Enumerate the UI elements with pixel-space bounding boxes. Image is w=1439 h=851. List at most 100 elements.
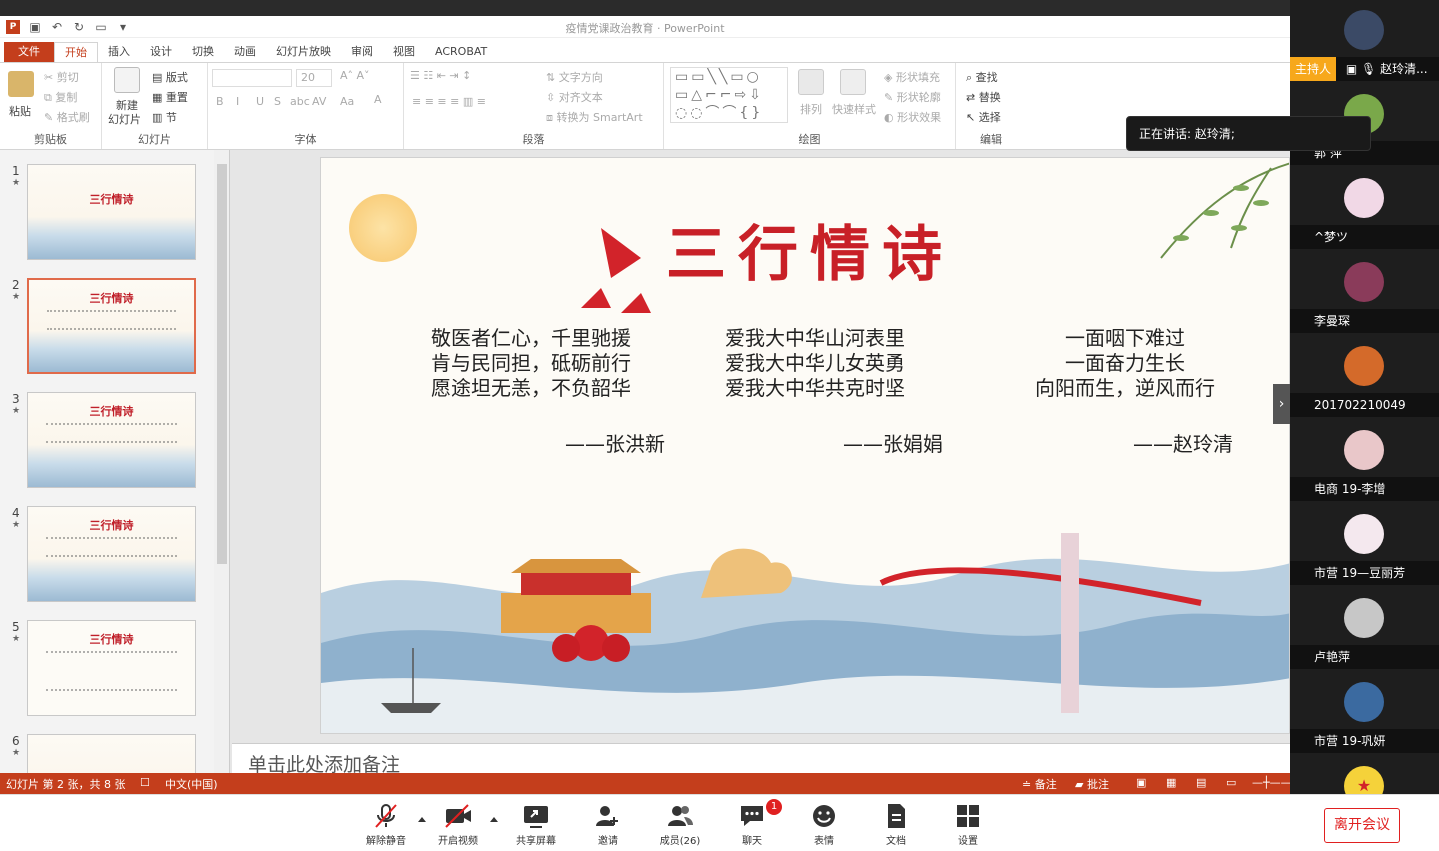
- slide-sorter-icon[interactable]: ▦: [1166, 776, 1176, 789]
- reset-button[interactable]: ▦ 重置: [152, 89, 188, 105]
- save-icon[interactable]: ▣: [28, 20, 42, 34]
- thumbnail-slide-3[interactable]: 3 ★ 三行情诗: [0, 392, 215, 492]
- shadow-button[interactable]: S: [274, 95, 281, 108]
- participant-tile[interactable]: 市营 19—豆丽芳: [1290, 504, 1439, 588]
- notes-toggle-button[interactable]: ≐ 备注: [1022, 776, 1057, 792]
- language-indicator[interactable]: 中文(中国): [165, 776, 218, 792]
- slideshow-icon[interactable]: ▭: [1226, 776, 1236, 789]
- tab-design[interactable]: 设计: [140, 42, 182, 62]
- leave-meeting-button[interactable]: 离开会议: [1324, 808, 1400, 843]
- align-text-button[interactable]: ⇳ 对齐文本: [546, 89, 603, 105]
- expand-panel-button[interactable]: ›: [1273, 384, 1290, 424]
- new-slide-icon[interactable]: [114, 67, 140, 93]
- paste-icon[interactable]: [8, 71, 34, 97]
- tab-slideshow[interactable]: 幻灯片放映: [266, 42, 341, 62]
- zoom-slider[interactable]: —┼——: [1252, 776, 1290, 789]
- tab-view[interactable]: 视图: [383, 42, 425, 62]
- video-options-caret-icon[interactable]: [490, 817, 498, 822]
- strike-button[interactable]: abc: [290, 95, 310, 108]
- thumbnail-image[interactable]: 三行情诗: [27, 164, 196, 260]
- font-size-input[interactable]: 20: [296, 69, 332, 87]
- thumbnail-image[interactable]: 三行情诗: [27, 620, 196, 716]
- cut-button[interactable]: ✂ 剪切: [44, 69, 79, 85]
- reading-view-icon[interactable]: ▤: [1196, 776, 1206, 789]
- thumbnail-image[interactable]: 三行情诗: [27, 506, 196, 602]
- settings-button[interactable]: 设置: [938, 803, 998, 847]
- thumbnail-slide-2[interactable]: 2 ★ 三行情诗: [0, 278, 215, 378]
- underline-button[interactable]: U: [256, 95, 264, 108]
- thumbnail-slide-5[interactable]: 5 ★ 三行情诗: [0, 620, 215, 720]
- normal-view-icon[interactable]: ▣: [1136, 776, 1146, 789]
- grow-font-icon[interactable]: A˄ A˅: [340, 69, 370, 82]
- slide-thumbnails-pane[interactable]: 1 ★ 三行情诗 2 ★ 三行情诗 3 ★ 三行情诗 4 ★ 三行情诗 5 ★: [0, 150, 230, 775]
- invite-button[interactable]: 邀请: [578, 803, 638, 847]
- font-color-icon[interactable]: A: [374, 93, 382, 106]
- smartart-button[interactable]: ⧈ 转换为 SmartArt: [546, 109, 643, 125]
- align-icons[interactable]: ≡ ≡ ≡ ≡ ▥ ≡: [412, 95, 486, 108]
- spellcheck-icon[interactable]: ☐: [140, 776, 150, 789]
- paste-button[interactable]: 粘贴: [9, 103, 31, 119]
- scrollbar-thumb[interactable]: [217, 164, 227, 564]
- participant-tile[interactable]: 市营 19-巩妍: [1290, 672, 1439, 756]
- find-button[interactable]: ⌕ 查找: [966, 69, 998, 85]
- tab-acrobat[interactable]: ACROBAT: [425, 42, 497, 62]
- thumbnail-slide-6[interactable]: 6 ★: [0, 734, 215, 775]
- tab-file[interactable]: 文件: [4, 42, 54, 62]
- tab-review[interactable]: 审阅: [341, 42, 383, 62]
- bullets-icon[interactable]: ☰ ☷ ⇤ ⇥ ↕: [410, 69, 471, 82]
- comments-toggle-button[interactable]: ▰ 批注: [1075, 776, 1109, 792]
- shape-fill-button[interactable]: ◈ 形状填充: [884, 69, 940, 85]
- start-video-button[interactable]: 开启视频: [428, 803, 488, 847]
- format-painter-button[interactable]: ✎ 格式刷: [44, 109, 90, 125]
- arrange-button[interactable]: 排列: [800, 101, 822, 117]
- thumbnail-slide-4[interactable]: 4 ★ 三行情诗: [0, 506, 215, 606]
- tab-insert[interactable]: 插入: [98, 42, 140, 62]
- notes-pane[interactable]: 单击此处添加备注: [232, 743, 1290, 776]
- thumbnail-slide-1[interactable]: 1 ★ 三行情诗: [0, 164, 215, 264]
- audio-options-caret-icon[interactable]: [418, 817, 426, 822]
- bold-button[interactable]: B: [216, 95, 224, 108]
- quick-styles-button[interactable]: 快速样式: [832, 101, 876, 117]
- thumbnail-image[interactable]: [27, 734, 196, 775]
- unmute-button[interactable]: 解除静音: [356, 803, 416, 847]
- participant-tile[interactable]: ★: [1290, 756, 1439, 794]
- redo-icon[interactable]: ↻: [72, 20, 86, 34]
- section-button[interactable]: ▥ 节: [152, 109, 177, 125]
- text-direction-button[interactable]: ⇅ 文字方向: [546, 69, 603, 85]
- font-name-input[interactable]: [212, 69, 292, 87]
- shape-effects-button[interactable]: ◐ 形状效果: [884, 109, 941, 125]
- tab-animations[interactable]: 动画: [224, 42, 266, 62]
- char-spacing-button[interactable]: AV: [312, 95, 326, 108]
- members-button[interactable]: 成员(26): [650, 803, 710, 847]
- documents-button[interactable]: 文档: [866, 803, 926, 847]
- tab-transitions[interactable]: 切换: [182, 42, 224, 62]
- presentation-icon[interactable]: ▭: [94, 20, 108, 34]
- replace-button[interactable]: ⇄ 替换: [966, 89, 1001, 105]
- participant-tile[interactable]: 李曼琛: [1290, 252, 1439, 336]
- share-screen-button[interactable]: 共享屏幕: [506, 803, 566, 847]
- customize-qat-icon[interactable]: ▾: [116, 20, 130, 34]
- thumbnail-scrollbar[interactable]: [214, 150, 229, 775]
- select-button[interactable]: ↖ 选择: [966, 109, 1001, 125]
- participant-tile[interactable]: ^梦ツ: [1290, 168, 1439, 252]
- reactions-button[interactable]: 表情: [794, 803, 854, 847]
- members-icon: [668, 806, 693, 826]
- current-slide[interactable]: 三行情诗 敬医者仁心，千里驰援 肯与民同担，砥砺前行 愿途坦无恙，不负韶华 爱我…: [320, 157, 1290, 734]
- arrange-icon[interactable]: [798, 69, 824, 95]
- tab-home[interactable]: 开始: [54, 42, 98, 62]
- participant-tile[interactable]: 201702210049: [1290, 336, 1439, 420]
- thumbnail-image[interactable]: 三行情诗: [27, 278, 196, 374]
- shapes-gallery[interactable]: ▭▭╲╲▭○ ▭△⌐⌐⇨⇩ ◌◌⌒⌒{}: [670, 67, 788, 123]
- thumbnail-image[interactable]: 三行情诗: [27, 392, 196, 488]
- italic-button[interactable]: I: [236, 95, 239, 108]
- copy-button[interactable]: ⧉ 复制: [44, 89, 77, 105]
- shape-outline-button[interactable]: ✎ 形状轮廓: [884, 89, 941, 105]
- layout-button[interactable]: ▤ 版式: [152, 69, 188, 85]
- undo-icon[interactable]: ↶: [50, 20, 64, 34]
- participant-tile[interactable]: 卢艳萍: [1290, 588, 1439, 672]
- quick-styles-icon[interactable]: [840, 69, 866, 95]
- participant-tile[interactable]: 电商 19-李增: [1290, 420, 1439, 504]
- participant-tile[interactable]: 主持人 ▣ 🎙 赵玲清...: [1290, 0, 1439, 84]
- change-case-button[interactable]: Aa: [340, 95, 354, 108]
- new-slide-button-2[interactable]: 幻灯片: [108, 111, 141, 127]
